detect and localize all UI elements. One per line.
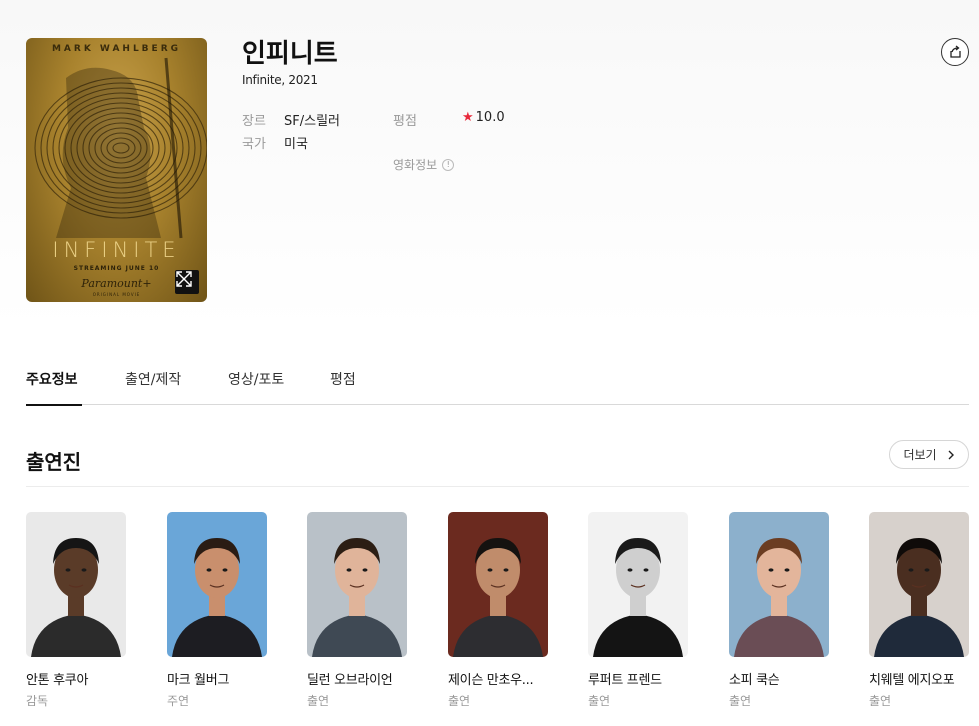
country-value: 미국 (284, 137, 308, 152)
cast-card[interactable]: 안톤 후쿠아감독 (26, 512, 127, 709)
cast-card[interactable]: 딜런 오브라이언출연 (307, 512, 408, 709)
more-button-label: 더보기 (903, 448, 937, 462)
expand-poster-button[interactable] (175, 270, 199, 294)
cast-name: 소피 쿡슨 (729, 673, 780, 688)
cast-role: 주연 (167, 694, 190, 708)
more-button[interactable]: 더보기 (889, 440, 969, 469)
rating-label: 평점 (393, 114, 417, 129)
cast-card[interactable]: 제이슨 만초우... 출연 (448, 512, 549, 709)
movie-title: 인피니트 (242, 39, 338, 69)
portrait-image (26, 512, 126, 657)
expand-icon (176, 271, 192, 287)
share-icon (950, 45, 961, 58)
portrait-image (729, 512, 829, 657)
genre-value: SF/스릴러 (284, 114, 340, 129)
poster-top-text: MARK WAHLBERG (51, 44, 182, 54)
info-icon: ! (442, 158, 455, 171)
tab-video-photo[interactable]: 영상/포토 (228, 369, 288, 405)
cast-photo (448, 512, 548, 657)
cast-card[interactable]: 치웨텔 에지오포출연 (869, 512, 970, 709)
rating-value: 10.0 (475, 110, 505, 125)
cast-photo (869, 512, 969, 657)
movie-subtitle: Infinite, 2021 (242, 73, 318, 87)
cast-photo (167, 512, 267, 657)
tab-bar: 주요정보 출연/제작 영상/포토 평점 (26, 369, 969, 406)
portrait-image (588, 512, 688, 657)
cast-name: 마크 월버그 (167, 673, 230, 688)
share-button[interactable] (941, 38, 969, 66)
cast-role: 출연 (588, 694, 611, 708)
cast-role: 출연 (307, 694, 330, 708)
portrait-image (448, 512, 548, 657)
cast-photo (307, 512, 407, 657)
cast-name: 안톤 후쿠아 (26, 673, 89, 688)
cast-name: 제이슨 만초우... (448, 673, 534, 688)
rating: ★ 10.0 (462, 110, 505, 125)
star-icon: ★ (462, 110, 474, 125)
cast-name: 치웨텔 에지오포 (869, 673, 955, 688)
cast-name: 루퍼트 프렌드 (588, 673, 662, 688)
cast-card[interactable]: 마크 월버그주연 (167, 512, 268, 709)
portrait-image (869, 512, 969, 657)
cast-role: 출연 (729, 694, 752, 708)
cast-role: 출연 (869, 694, 892, 708)
cast-photo (26, 512, 126, 657)
cast-section-title: 출연진 (26, 450, 82, 474)
section-divider (26, 486, 969, 487)
poster-title-text: INFINITE (52, 238, 181, 262)
cast-card[interactable]: 소피 쿡슨출연 (729, 512, 830, 709)
tab-cast-crew[interactable]: 출연/제작 (125, 369, 185, 405)
cast-role: 감독 (26, 694, 49, 708)
movie-info-label: 영화정보 (393, 158, 438, 172)
cast-name: 딜런 오브라이언 (307, 673, 393, 688)
cast-role: 출연 (448, 694, 471, 708)
portrait-image (167, 512, 267, 657)
tab-rating[interactable]: 평점 (330, 369, 360, 405)
tab-main-info[interactable]: 주요정보 (26, 369, 82, 406)
cast-photo (729, 512, 829, 657)
cast-card[interactable]: 루퍼트 프렌드출연 (588, 512, 689, 709)
movie-info-link[interactable]: 영화정보 ! (393, 156, 455, 173)
portrait-image (307, 512, 407, 657)
country-label: 국가 (242, 137, 266, 152)
poster-artwork (34, 57, 207, 239)
chevron-right-icon (948, 450, 954, 459)
cast-photo (588, 512, 688, 657)
genre-label: 장르 (242, 114, 266, 129)
movie-poster[interactable]: MARK WAHLBERG INFINITE STREAMING JUNE 10… (26, 38, 207, 302)
